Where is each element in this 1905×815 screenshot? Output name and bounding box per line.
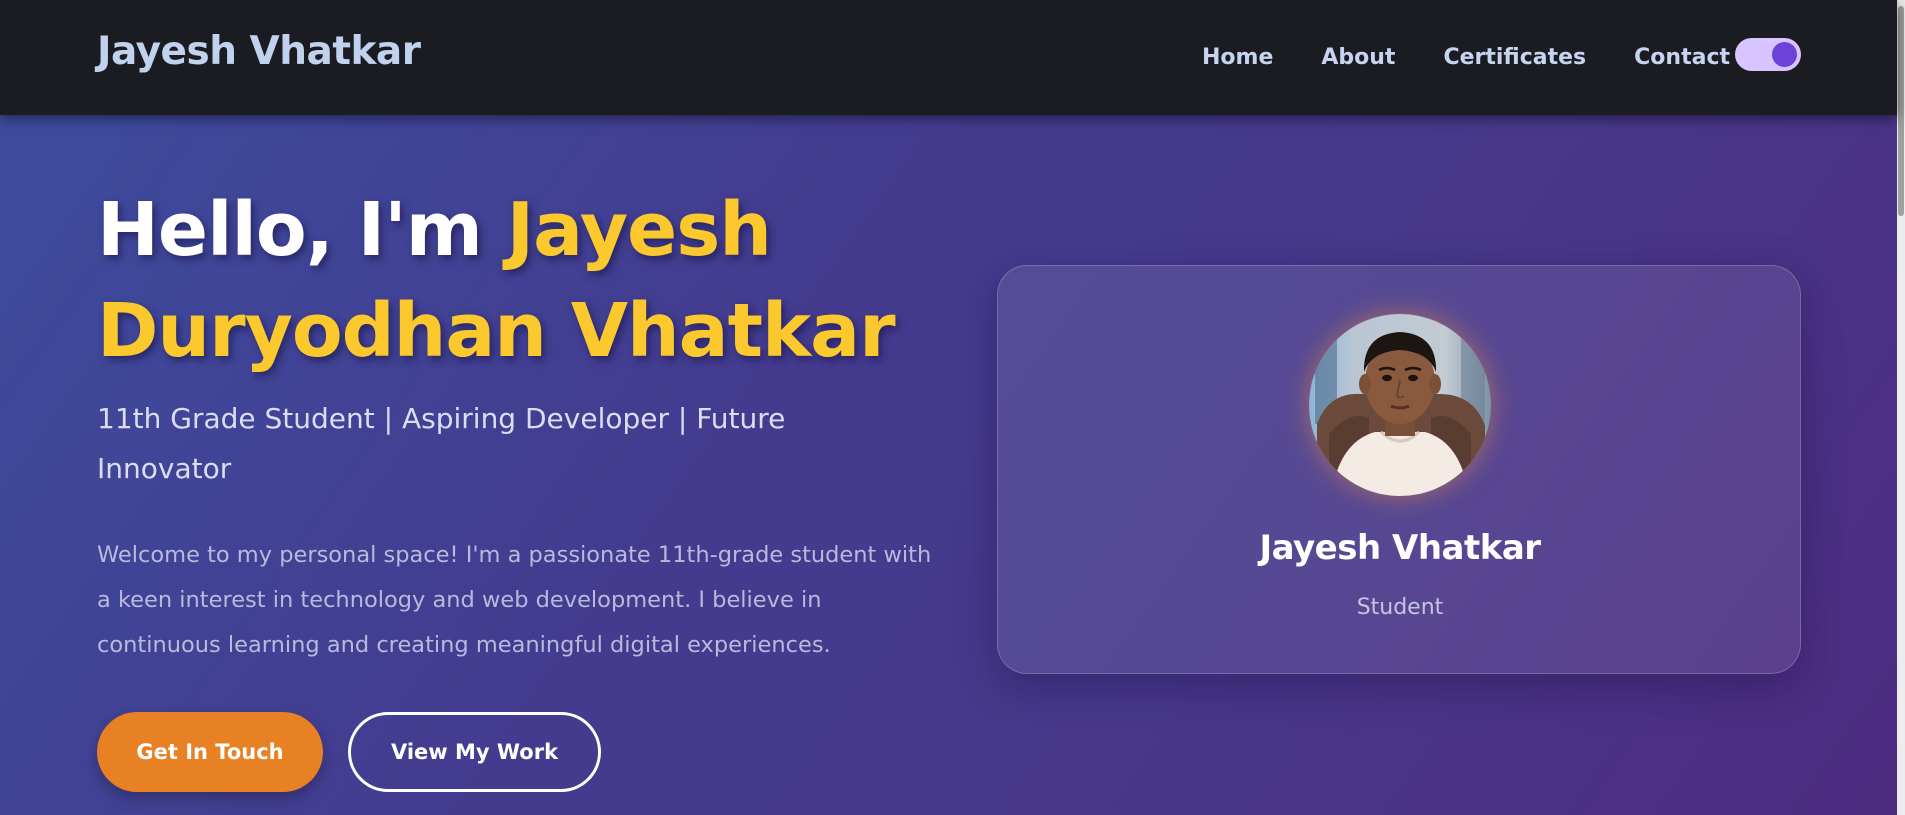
hero-title: Hello, I'm Jayesh Duryodhan Vhatkar — [97, 180, 917, 382]
view-my-work-button[interactable]: View My Work — [348, 712, 601, 792]
nav-link-home[interactable]: Home — [1202, 44, 1273, 71]
profile-role: Student — [1356, 595, 1444, 620]
toggle-knob — [1772, 42, 1797, 67]
profile-name: Jayesh Vhatkar — [1259, 528, 1541, 568]
nav-link-certificates[interactable]: Certificates — [1443, 44, 1586, 71]
hero-title-greeting: Hello, I'm — [97, 187, 507, 273]
navbar: Jayesh Vhatkar Home About Certificates C… — [0, 0, 1897, 115]
profile-photo-icon — [1309, 314, 1491, 496]
hero-subtitle: 11th Grade Student | Aspiring Developer … — [97, 402, 786, 485]
profile-card: Jayesh Vhatkar Student — [997, 265, 1801, 674]
nav-link-contact[interactable]: Contact — [1634, 44, 1730, 71]
hero-section: Hello, I'm Jayesh Duryodhan Vhatkar 11th… — [0, 115, 1897, 815]
nav-menu: Home About Certificates Contact — [1202, 44, 1730, 71]
page-scrollbar[interactable] — [1897, 0, 1905, 815]
nav-link-about[interactable]: About — [1321, 44, 1395, 71]
hero-intro-text: Welcome to my personal space! I'm a pass… — [97, 542, 932, 658]
page: Jayesh Vhatkar Home About Certificates C… — [0, 0, 1905, 815]
get-in-touch-button[interactable]: Get In Touch — [97, 712, 323, 792]
theme-toggle[interactable] — [1735, 38, 1801, 71]
avatar — [1309, 314, 1491, 496]
scrollbar-thumb[interactable] — [1898, 6, 1904, 216]
brand-logo[interactable]: Jayesh Vhatkar — [97, 32, 421, 71]
